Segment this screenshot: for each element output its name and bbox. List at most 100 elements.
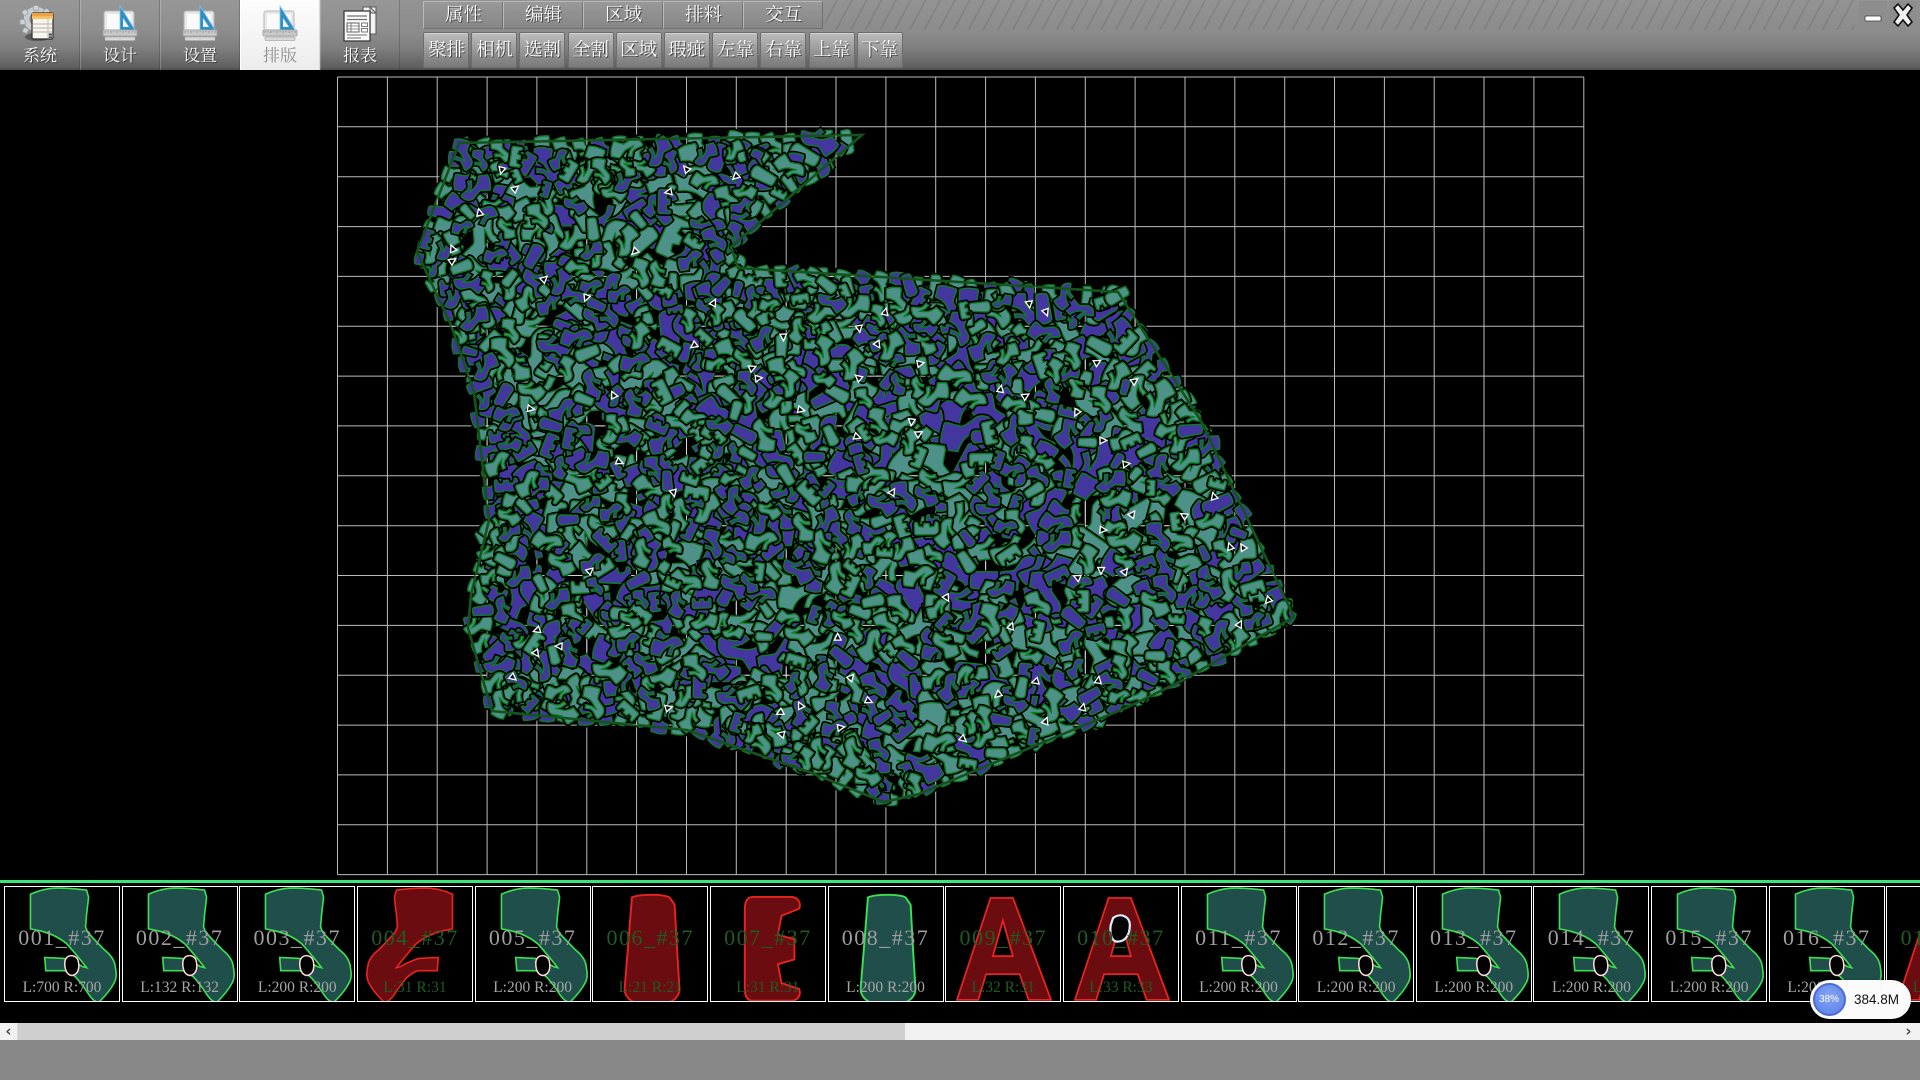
cjk-text-svg: [103, 47, 137, 67]
cjk-text-svg: [717, 40, 754, 61]
part-thumbnail[interactable]: 003_#37 L:200 R:200: [239, 886, 355, 1002]
close-button[interactable]: [1889, 1, 1917, 29]
part-lr-label: L:200 R:200: [1534, 979, 1648, 997]
tool-button-label: [572, 40, 609, 61]
cjk-text-svg: [861, 40, 898, 61]
report-document-icon: [339, 4, 381, 46]
tool-buttons: [423, 32, 905, 68]
scroll-left-arrow[interactable]: ‹: [0, 1023, 18, 1040]
tool-button-label: [476, 40, 513, 61]
drafting-triangle-icon: [259, 4, 301, 46]
part-id-label: 002_#37: [123, 925, 237, 951]
part-thumbnail[interactable]: 005_#37 L:200 R:200: [475, 886, 591, 1002]
cjk-text-svg: [572, 40, 609, 61]
part-thumbnail[interactable]: 013_#37 L:200 R:200: [1416, 886, 1532, 1002]
part-id-label: 015_#37: [1652, 925, 1766, 951]
main-tab-label: [263, 47, 297, 67]
scrollbar-thumb[interactable]: [18, 1023, 905, 1040]
part-thumbnail[interactable]: 015_#37 L:200 R:200: [1651, 886, 1767, 1002]
part-thumbnail[interactable]: 006_#37 L:21 R:21: [592, 886, 708, 1002]
cjk-text-svg: [620, 40, 657, 61]
tool-button-select-cut[interactable]: [519, 32, 565, 68]
app-window: 001_#37 L:700 R:700 002_#37 L:132 R:132 …: [0, 0, 1920, 1080]
main-tab-report[interactable]: [320, 0, 400, 70]
part-id-label: 009_#37: [946, 925, 1060, 951]
tool-button-label: [428, 40, 465, 61]
tool-button-snap-up[interactable]: [809, 32, 855, 68]
menu-tab-bar: [423, 1, 823, 29]
cjk-text-svg: [343, 47, 377, 67]
part-lr-label: L:132 R:132: [123, 979, 237, 997]
tool-button-snap-left[interactable]: [712, 32, 758, 68]
main-tab-settings[interactable]: [160, 0, 240, 70]
menu-tab-nesting[interactable]: [663, 1, 743, 29]
part-lr-label: L:200 R:200: [476, 979, 590, 997]
drafting-triangle-icon: [179, 4, 221, 46]
report-document-icon: [339, 4, 381, 46]
tool-button-label: [813, 40, 850, 61]
tool-button-label: [861, 40, 898, 61]
part-id-label: 016_#37: [1770, 925, 1884, 951]
main-tab-label: [343, 47, 377, 67]
scroll-right-arrow[interactable]: ›: [1897, 1023, 1920, 1040]
memory-status-pill: 38% 384.8M: [1810, 980, 1911, 1019]
drafting-triangle-icon: [99, 4, 141, 46]
gear-notepad-icon: [19, 4, 61, 46]
main-toolbar: [0, 0, 400, 70]
part-id-label: 012_#37: [1299, 925, 1413, 951]
part-id-label: 007_#37: [711, 925, 825, 951]
part-thumbnail[interactable]: 012_#37 L:200 R:200: [1298, 886, 1414, 1002]
tool-button-snap-right[interactable]: [760, 32, 806, 68]
menu-tab-edit[interactable]: [503, 1, 583, 29]
part-lr-label: L:200 R:200: [240, 979, 354, 997]
tool-button-label: [524, 40, 561, 61]
window-buttons: [1859, 1, 1917, 29]
tool-button-label: [620, 40, 657, 61]
tool-button-snap-down[interactable]: [857, 32, 903, 68]
part-thumbnail[interactable]: 004_#37 L:31 R:31: [357, 886, 473, 1002]
main-tab-layout[interactable]: [240, 0, 320, 70]
part-id-label: 003_#37: [240, 925, 354, 951]
tool-button-row: [400, 30, 1920, 70]
minimize-icon: [1861, 3, 1885, 27]
menu-tab-interaction[interactable]: [743, 1, 823, 29]
menu-tab-label: [605, 5, 642, 26]
part-thumbnail[interactable]: 001_#37 L:700 R:700: [4, 886, 120, 1002]
menu-tab-label: [685, 5, 722, 26]
tool-button-cut-all[interactable]: [568, 32, 614, 68]
part-thumbnail[interactable]: 010_#37 L:33 R:33: [1063, 886, 1179, 1002]
menu-tab-properties[interactable]: [423, 1, 503, 29]
drafting-triangle-icon: [99, 4, 141, 46]
part-thumbnail[interactable]: 002_#37 L:132 R:132: [122, 886, 238, 1002]
part-thumbnail[interactable]: 011_#37 L:200 R:200: [1181, 886, 1297, 1002]
menu-tab-label: [525, 5, 562, 26]
cjk-text-svg: [685, 5, 722, 26]
part-lr-label: L:21 R:21: [593, 979, 707, 997]
tool-button-camera[interactable]: [471, 32, 517, 68]
part-id-label: 008_#37: [829, 925, 943, 951]
cjk-text-svg: [524, 40, 561, 61]
cjk-text-svg: [765, 40, 802, 61]
part-lr-label: L:32 R:31: [946, 979, 1060, 997]
part-thumbnail[interactable]: 014_#37 L:200 R:200: [1533, 886, 1649, 1002]
part-thumbnail[interactable]: 007_#37 L:31 R:31: [710, 886, 826, 1002]
drafting-triangle-icon: [179, 4, 221, 46]
menu-tab-region[interactable]: [583, 1, 663, 29]
part-thumbnail[interactable]: 009_#37 L:32 R:31: [945, 886, 1061, 1002]
drafting-triangle-icon: [259, 4, 301, 46]
tool-button-defect[interactable]: [664, 32, 710, 68]
part-id-label: 017_#37: [1887, 925, 1920, 951]
tool-button-region[interactable]: [616, 32, 662, 68]
gear-notepad-icon: [19, 4, 61, 46]
part-lr-label: L:200 R:200: [1299, 979, 1413, 997]
nesting-canvas[interactable]: [0, 70, 1920, 880]
horizontal-scrollbar[interactable]: ‹ ›: [0, 1023, 1920, 1040]
cjk-text-svg: [605, 5, 642, 26]
minimize-button[interactable]: [1859, 1, 1887, 29]
main-tab-system[interactable]: [0, 0, 80, 70]
cjk-text-svg: [263, 47, 297, 67]
tool-button-cluster-nest[interactable]: [423, 32, 469, 68]
main-tab-design[interactable]: [80, 0, 160, 70]
cjk-text-svg: [428, 40, 465, 61]
part-thumbnail[interactable]: 008_#37 L:200 R:200: [828, 886, 944, 1002]
